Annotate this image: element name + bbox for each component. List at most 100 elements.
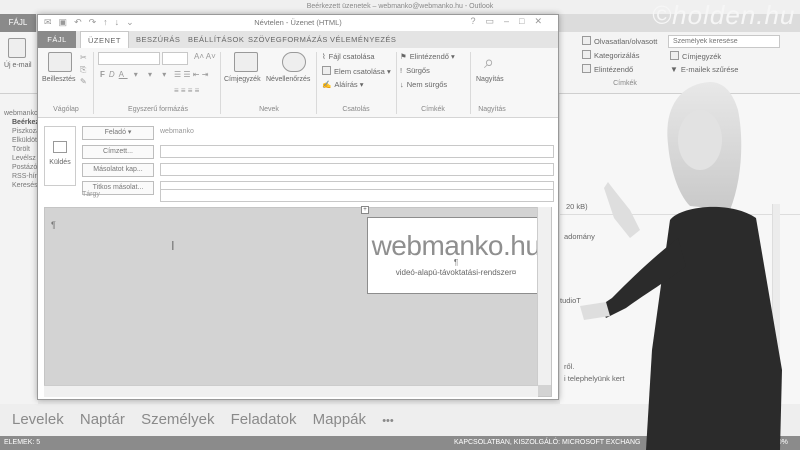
maximize-icon[interactable]: □: [519, 16, 534, 26]
category-icon: [582, 50, 591, 59]
zoom-group-label: Nagyítás: [478, 106, 506, 113]
high-importance-button[interactable]: ! Sürgős: [400, 66, 430, 75]
folder-item[interactable]: Piszkozat: [12, 128, 42, 135]
nav-calendar[interactable]: Naptár: [80, 411, 125, 428]
clipboard-small-icons[interactable]: ✂ ⎘ ✎: [80, 52, 87, 88]
folder-pane: webmanko Beérkez Piszkozat Elküldött Tör…: [0, 94, 42, 404]
new-email-icon[interactable]: [8, 38, 26, 58]
body-vertical-scrollbar[interactable]: [537, 207, 551, 385]
attach-file-button[interactable]: ⌇ Fájl csatolása: [322, 52, 375, 61]
folder-item[interactable]: webmanko: [4, 110, 38, 117]
attach-file-label: Fájl csatolása: [328, 52, 375, 61]
folder-item[interactable]: Törölt: [12, 146, 38, 153]
tab-file[interactable]: FÁJL: [38, 31, 76, 48]
nav-folders[interactable]: Mappák: [313, 411, 366, 428]
presenter-hand: [580, 302, 610, 320]
addressbook-label: Címjegyzék: [682, 52, 722, 61]
tab-options[interactable]: BEÁLLÍTÁSOK: [188, 31, 244, 48]
undo-icon[interactable]: ↶: [74, 17, 89, 27]
help-icon[interactable]: ?: [470, 16, 485, 26]
cc-field[interactable]: [160, 163, 554, 176]
save-icon[interactable]: ▣: [59, 17, 75, 27]
align-buttons[interactable]: ≡ ≡ ≡ ≡: [174, 86, 199, 95]
font-name-dropdown[interactable]: [98, 52, 160, 65]
format-painter-icon[interactable]: ✎: [80, 76, 87, 88]
tab-review[interactable]: VÉLEMÉNYEZÉS: [330, 31, 396, 48]
search-people-input[interactable]: [668, 35, 780, 48]
bold-button[interactable]: F: [100, 70, 109, 79]
nav-more[interactable]: •••: [382, 415, 394, 427]
to-field[interactable]: [160, 145, 554, 158]
followup-button[interactable]: ⚑ Elintézendő ▾: [400, 52, 455, 61]
close-icon[interactable]: ✕: [534, 16, 552, 26]
watermark-text: ©holden.hu: [652, 0, 796, 30]
tab-format-text[interactable]: SZÖVEGFORMÁZÁS: [248, 31, 328, 48]
folder-item[interactable]: Beérkez: [12, 119, 39, 126]
minimize-icon[interactable]: –: [504, 16, 519, 26]
redo-icon[interactable]: ↷: [89, 17, 104, 27]
arrow-down-icon: ↓: [400, 80, 404, 89]
presenter-raised-hand: [604, 182, 640, 238]
send-button[interactable]: Küldés: [44, 126, 76, 186]
table-move-handle-icon[interactable]: +: [361, 206, 369, 214]
names-group-label: Nevek: [259, 106, 279, 113]
folder-item[interactable]: RSS-hír: [12, 173, 38, 180]
send-icon: [53, 141, 67, 153]
italic-button[interactable]: D: [109, 70, 119, 79]
addressbook-button[interactable]: Címjegyzék: [670, 51, 721, 61]
screen: Beérkezett üzenetek – webmanko@webmanko.…: [0, 0, 800, 450]
ribbon-options-icon[interactable]: ▭: [485, 16, 504, 26]
body-pilcrow: ¶: [51, 220, 56, 230]
nav-mail[interactable]: Levelek: [12, 411, 64, 428]
check-names-icon[interactable]: [282, 52, 306, 72]
to-button[interactable]: Címzett...: [82, 145, 154, 159]
signature-button[interactable]: ✍ Aláírás ▾: [322, 80, 364, 89]
mail-icon[interactable]: ✉: [44, 17, 59, 27]
zoom-button[interactable]: Nagyítás: [476, 76, 504, 83]
from-button[interactable]: Feladó ▾: [82, 126, 154, 140]
paste-button[interactable]: Beillesztés: [42, 76, 75, 83]
folder-item[interactable]: Postázó: [12, 164, 38, 171]
cut-icon[interactable]: ✂: [80, 52, 87, 64]
folder-item[interactable]: Levélsz: [12, 155, 38, 162]
send-label: Küldés: [49, 159, 71, 166]
up-arrow-icon[interactable]: ↑: [103, 17, 115, 27]
paste-icon[interactable]: [48, 52, 72, 72]
cc-button[interactable]: Másolatot kap...: [82, 163, 154, 177]
folder-item[interactable]: Elküldött: [12, 137, 39, 144]
underline-button[interactable]: A: [119, 70, 128, 79]
low-importance-button[interactable]: ↓ Nem sürgős: [400, 80, 447, 89]
subject-field[interactable]: [160, 189, 554, 202]
down-arrow-icon[interactable]: ↓: [115, 17, 127, 27]
attach-item-label: Elem csatolása: [334, 67, 385, 76]
nav-tasks[interactable]: Feladatok: [231, 411, 297, 428]
flag-icon: ⚑: [400, 52, 407, 61]
tab-message[interactable]: ÜZENET: [80, 31, 129, 48]
outlook-file-tab[interactable]: FÁJL: [0, 14, 36, 32]
addressbook-icon[interactable]: [234, 52, 258, 72]
magnifier-icon[interactable]: ⌕: [484, 52, 494, 73]
copy-icon[interactable]: ⎘: [80, 64, 87, 76]
categorize-button[interactable]: Kategorizálás: [582, 50, 639, 60]
from-value: webmanko: [160, 128, 194, 135]
low-importance-label: Nem sürgős: [406, 80, 448, 89]
presenter-figure: [580, 82, 782, 450]
new-email-button[interactable]: Új e-mail: [4, 62, 34, 69]
tab-insert[interactable]: BESZÚRÁS: [136, 31, 180, 48]
signature-pilcrow: ¶: [453, 258, 459, 267]
text-cursor-icon: I: [171, 238, 175, 253]
list-buttons[interactable]: ☰ ☰ ⇤ ⇥: [174, 70, 208, 79]
unread-read-button[interactable]: Olvasatlan/olvasott: [582, 36, 657, 46]
signature-icon: ✍: [322, 80, 332, 89]
font-size-dropdown[interactable]: [162, 52, 188, 65]
nav-people[interactable]: Személyek: [141, 411, 214, 428]
addressbook-button[interactable]: Címjegyzék: [224, 76, 261, 83]
signature-block: webmanko.hu ¶ videó-alapú-távoktatási-re…: [367, 217, 543, 294]
window-controls: ?▭–□✕: [470, 16, 552, 27]
attach-item-button[interactable]: Elem csatolása ▾: [322, 66, 391, 76]
folder-item[interactable]: Keresés: [12, 182, 38, 189]
customize-icon[interactable]: ⌄: [126, 17, 141, 27]
check-names-button[interactable]: Névellenőrzés: [266, 76, 310, 83]
font-grow-shrink[interactable]: A˄ A˅: [194, 52, 216, 61]
body-horizontal-scrollbar[interactable]: [44, 385, 538, 397]
